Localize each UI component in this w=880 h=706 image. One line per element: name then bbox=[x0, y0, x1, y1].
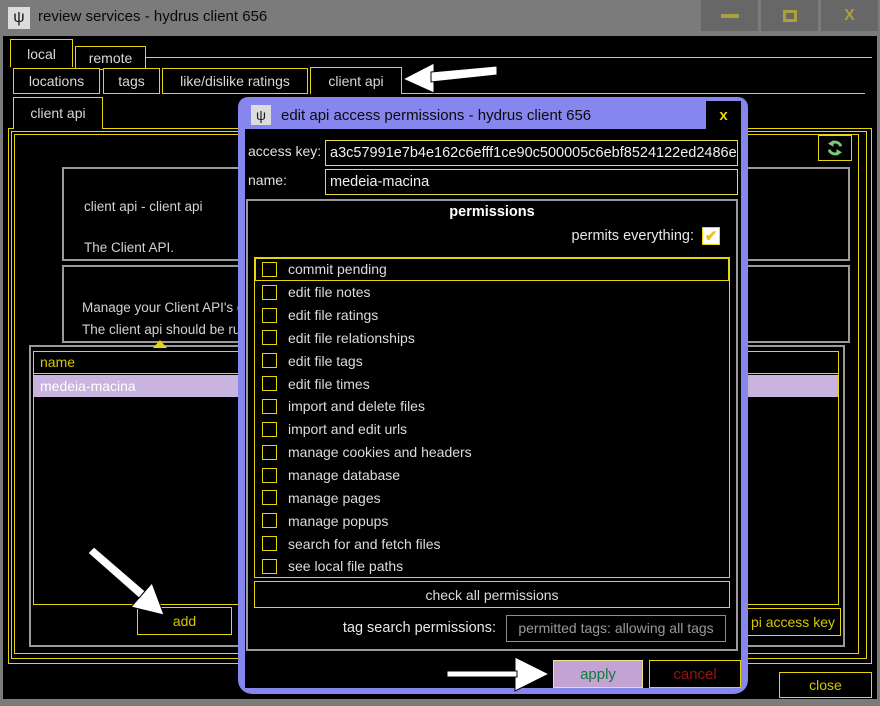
name-label: name: bbox=[248, 172, 287, 188]
permissions-group: permissions permits everything: ✔ commit… bbox=[246, 199, 738, 651]
close-window-button[interactable]: X bbox=[821, 0, 878, 31]
permission-checkbox[interactable] bbox=[262, 559, 277, 574]
permission-label: manage pages bbox=[288, 490, 381, 506]
permissions-group-title: permissions bbox=[248, 204, 736, 220]
window-controls: X bbox=[701, 0, 878, 31]
permission-row[interactable]: manage pages bbox=[255, 486, 729, 509]
permission-checkbox[interactable] bbox=[262, 376, 277, 391]
permission-checkbox[interactable] bbox=[262, 422, 277, 437]
add-button[interactable]: add bbox=[137, 607, 232, 635]
permission-row[interactable]: edit file notes bbox=[255, 281, 729, 304]
permission-row[interactable]: edit file times bbox=[255, 372, 729, 395]
permission-label: edit file relationships bbox=[288, 330, 415, 346]
edit-api-permissions-dialog: ψ edit api access permissions - hydrus c… bbox=[238, 97, 748, 694]
permission-label: see local file paths bbox=[288, 558, 403, 574]
permission-row[interactable]: commit pending bbox=[255, 258, 729, 281]
maximize-button[interactable] bbox=[761, 0, 818, 31]
window-frame-bottom bbox=[0, 699, 880, 706]
permission-label: manage cookies and headers bbox=[288, 444, 472, 460]
dialog-body: access key: a3c57991e7b4e162c6efff1ce90c… bbox=[245, 129, 741, 688]
review-services-window: ψ review services - hydrus client 656 X … bbox=[0, 0, 880, 706]
window-titlebar[interactable]: ψ review services - hydrus client 656 X bbox=[0, 0, 880, 36]
window-title: review services - hydrus client 656 bbox=[38, 8, 267, 25]
permission-row[interactable]: edit file tags bbox=[255, 349, 729, 372]
sort-ascending-icon bbox=[153, 340, 167, 348]
service-info-title: client api - client api bbox=[84, 199, 203, 214]
checkmark-icon: ✔ bbox=[705, 227, 718, 245]
dialog-titlebar[interactable]: ψ edit api access permissions - hydrus c… bbox=[245, 101, 741, 129]
tab-pane-line-2 bbox=[402, 93, 865, 94]
permission-row[interactable]: search for and fetch files bbox=[255, 532, 729, 555]
permission-checkbox[interactable] bbox=[262, 330, 277, 345]
dialog-title: edit api access permissions - hydrus cli… bbox=[281, 107, 591, 124]
hydrus-psi-icon: ψ bbox=[8, 7, 30, 29]
permission-checkbox[interactable] bbox=[262, 490, 277, 505]
refresh-button[interactable] bbox=[818, 135, 852, 161]
tab-client-api[interactable]: client api bbox=[310, 67, 402, 94]
refresh-icon bbox=[824, 138, 846, 158]
name-input[interactable]: medeia-macina bbox=[325, 169, 738, 195]
permission-checkbox[interactable] bbox=[262, 308, 277, 323]
tag-search-row: tag search permissions: permitted tags: … bbox=[248, 614, 736, 642]
close-button[interactable]: close bbox=[779, 672, 872, 698]
permission-checkbox[interactable] bbox=[262, 513, 277, 528]
permission-label: edit file tags bbox=[288, 353, 363, 369]
tab-like-dislike-ratings[interactable]: like/dislike ratings bbox=[162, 68, 308, 94]
tab-pane-line-1 bbox=[146, 57, 872, 58]
tab-remote[interactable]: remote bbox=[75, 46, 146, 70]
permission-row[interactable]: edit file relationships bbox=[255, 327, 729, 350]
dialog-close-button[interactable]: x bbox=[706, 101, 741, 129]
permission-label: commit pending bbox=[288, 261, 387, 277]
access-key-input[interactable]: a3c57991e7b4e162c6efff1ce90c500005c6ebf8… bbox=[325, 140, 738, 166]
permission-row[interactable]: manage cookies and headers bbox=[255, 441, 729, 464]
tab-local[interactable]: local bbox=[10, 39, 73, 67]
access-key-label: access key: bbox=[248, 143, 321, 159]
permission-label: import and delete files bbox=[288, 398, 425, 414]
permission-label: manage database bbox=[288, 467, 400, 483]
tab-client-api-page[interactable]: client api bbox=[13, 97, 103, 128]
permission-row[interactable]: manage database bbox=[255, 464, 729, 487]
permission-label: edit file notes bbox=[288, 284, 371, 300]
tag-search-permissions-label: tag search permissions: bbox=[343, 620, 496, 636]
permission-checkbox[interactable] bbox=[262, 285, 277, 300]
maximize-icon bbox=[783, 10, 797, 22]
service-info-description: The Client API. bbox=[84, 240, 174, 255]
close-icon: X bbox=[844, 8, 855, 24]
permission-checkbox[interactable] bbox=[262, 445, 277, 460]
tab-locations[interactable]: locations bbox=[13, 68, 100, 94]
tab-tags[interactable]: tags bbox=[103, 68, 160, 94]
permission-checkbox[interactable] bbox=[262, 353, 277, 368]
permission-row[interactable]: import and delete files bbox=[255, 395, 729, 418]
permission-row[interactable]: manage popups bbox=[255, 509, 729, 532]
permission-label: manage popups bbox=[288, 513, 388, 529]
permission-label: edit file ratings bbox=[288, 307, 378, 323]
apply-button[interactable]: apply bbox=[553, 660, 643, 688]
permits-everything-label: permits everything: bbox=[572, 228, 695, 244]
permission-checkbox[interactable] bbox=[262, 399, 277, 414]
minimize-icon bbox=[721, 14, 739, 18]
cancel-button[interactable]: cancel bbox=[649, 660, 741, 688]
permission-checkbox[interactable] bbox=[262, 468, 277, 483]
tag-search-permissions-button[interactable]: permitted tags: allowing all tags bbox=[506, 615, 726, 642]
permissions-list: commit pending edit file notes edit file r… bbox=[254, 257, 730, 578]
window-frame-left bbox=[0, 36, 3, 699]
permission-checkbox[interactable] bbox=[262, 262, 277, 277]
permission-label: edit file times bbox=[288, 376, 370, 392]
permission-label: import and edit urls bbox=[288, 421, 407, 437]
permission-row[interactable]: edit file ratings bbox=[255, 304, 729, 327]
permission-row[interactable]: see local file paths bbox=[255, 555, 729, 578]
permission-row[interactable]: import and edit urls bbox=[255, 418, 729, 441]
hydrus-psi-icon: ψ bbox=[251, 105, 271, 125]
check-all-permissions-button[interactable]: check all permissions bbox=[254, 581, 730, 608]
close-icon: x bbox=[719, 107, 727, 124]
permission-checkbox[interactable] bbox=[262, 536, 277, 551]
minimize-button[interactable] bbox=[701, 0, 758, 31]
permits-everything-checkbox[interactable]: ✔ bbox=[702, 227, 720, 245]
permits-everything-row: permits everything: ✔ bbox=[572, 227, 721, 245]
permission-label: search for and fetch files bbox=[288, 536, 441, 552]
